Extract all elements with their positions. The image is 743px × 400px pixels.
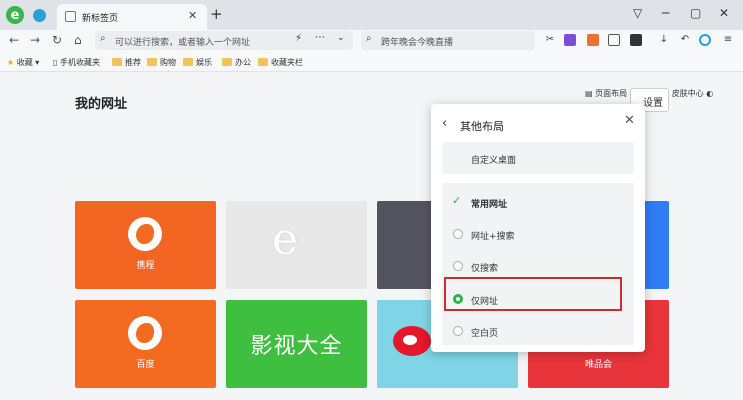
folder-icon <box>222 58 232 66</box>
bookmark-mobile[interactable]: ▯ 手机收藏夹 <box>53 57 100 68</box>
bookmark-recommend[interactable]: 推荐 <box>112 57 141 68</box>
download-icon[interactable]: ↓ <box>658 34 670 46</box>
option-blank-page[interactable]: 空白页 <box>442 318 634 344</box>
popup-title: 其他布局 <box>460 120 504 133</box>
tab-title: 新标签页 <box>82 14 119 24</box>
bookmark-folder-bar[interactable]: 收藏夹栏 <box>258 57 303 68</box>
telegram-icon[interactable] <box>33 9 46 22</box>
home-button[interactable]: ⌂ <box>74 33 82 47</box>
search-icon: ⌕ <box>100 33 106 44</box>
option-label: 空白页 <box>471 329 499 339</box>
search-input[interactable]: ⌕ 跨年晚会今晚直播 <box>361 31 535 50</box>
page-icon <box>65 11 76 22</box>
option-label: 仅搜索 <box>471 264 499 274</box>
folder-icon <box>183 58 193 66</box>
tile-label: 影视大全 <box>250 334 343 359</box>
tile-video[interactable]: 影视大全 <box>226 300 367 388</box>
svg-text:e: e <box>11 8 20 23</box>
tab-bar: e 新标签页 ✕ + ▽ ─ ▢ ✕ <box>0 0 743 30</box>
search-icon: ⌕ <box>366 33 372 44</box>
bookmark-shopping[interactable]: 购物 <box>147 57 176 68</box>
bookmark-office[interactable]: 办公 <box>222 57 251 68</box>
option-label: 网址+搜索 <box>471 232 515 242</box>
layout-options: ✓ 常用网址 网址+搜索 仅搜索 仅网址 空白页 <box>442 183 634 345</box>
forward-button[interactable]: → <box>30 33 40 47</box>
ctrip-logo-icon <box>128 217 162 251</box>
layout-icon: ▤ <box>585 89 593 98</box>
radio-icon <box>453 326 463 336</box>
radio-icon <box>453 229 463 239</box>
folder-icon <box>258 58 268 66</box>
minimize-button[interactable]: ─ <box>662 6 669 20</box>
close-window-button[interactable]: ✕ <box>719 6 729 20</box>
browser-logo-icon[interactable]: e <box>5 5 25 25</box>
tile-label: 唯品会 <box>584 360 612 370</box>
tile-label: 百度 <box>136 360 155 370</box>
extension-orange-icon[interactable] <box>587 34 599 46</box>
option-sites-search[interactable]: 网址+搜索 <box>442 221 634 247</box>
highlight-box <box>444 277 622 311</box>
reload-button[interactable]: ↻ <box>52 33 62 47</box>
scissors-icon[interactable]: ✂ <box>544 34 556 46</box>
maximize-button[interactable]: ▢ <box>690 6 701 20</box>
tile-ie[interactable]: e <box>226 201 367 289</box>
undo-icon[interactable]: ↶ <box>679 34 691 46</box>
new-tab-button[interactable]: + <box>210 5 223 23</box>
tab-new-tab[interactable]: 新标签页 ✕ <box>57 4 207 30</box>
tab-close-icon[interactable]: ✕ <box>188 9 197 22</box>
address-bar-row: ← → ↻ ⌂ ⌕ 可以进行搜索，或者输入一个网址 ⚡ ⋯ ⌄ ⌕ 跨年晚会今晚… <box>0 30 743 52</box>
folder-icon <box>112 58 122 66</box>
bookmark-bar: ★ 收藏 ▾ ▯ 手机收藏夹 推荐 购物 娱乐 办公 收藏夹栏 <box>0 52 743 72</box>
url-placeholder: 可以进行搜索，或者输入一个网址 <box>115 38 251 48</box>
skin-center-button[interactable]: ♖ 皮肤中心 ◐ <box>662 88 713 99</box>
radio-icon <box>453 261 463 271</box>
search-text: 跨年晚会今晚直播 <box>381 38 454 48</box>
url-input[interactable]: ⌕ 可以进行搜索，或者输入一个网址 ⚡ ⋯ ⌄ <box>95 31 353 50</box>
bookmark-entertainment[interactable]: 娱乐 <box>183 57 212 68</box>
pin-icon[interactable]: ▽ <box>633 6 642 20</box>
folder-icon <box>147 58 157 66</box>
more-icon[interactable]: ⋯ <box>315 32 325 43</box>
weibo-logo-icon <box>393 326 431 356</box>
check-icon: ✓ <box>452 194 462 207</box>
chevron-down-icon[interactable]: ⌄ <box>337 33 345 43</box>
back-button[interactable]: ← <box>9 33 19 47</box>
option-search-only[interactable]: 仅搜索 <box>442 253 634 279</box>
tile-ctrip[interactable]: 携程 <box>75 201 216 289</box>
menu-icon[interactable]: ≡ <box>722 34 734 46</box>
option-common-sites[interactable]: ✓ 常用网址 <box>442 189 634 215</box>
bookmark-favorites[interactable]: ★ 收藏 ▾ <box>7 57 39 68</box>
phone-icon: ▯ <box>53 58 58 67</box>
custom-desktop-option[interactable]: 自定义桌面 <box>442 142 634 174</box>
baidu-logo-icon <box>128 316 162 350</box>
back-chevron-icon[interactable]: ‹ <box>442 116 447 131</box>
extension-purple-icon[interactable] <box>564 34 576 46</box>
tile-baidu[interactable]: 百度 <box>75 300 216 388</box>
ie-logo-icon: e <box>272 214 299 265</box>
page-layout-button[interactable]: ▤ 页面布局 ▾ <box>585 88 634 99</box>
bolt-icon[interactable]: ⚡ <box>295 33 302 44</box>
other-layout-popup: ‹ 其他布局 ✕ 自定义桌面 ✓ 常用网址 网址+搜索 仅搜索 仅网址 空白页 <box>431 104 645 352</box>
custom-desktop-label: 自定义桌面 <box>471 156 517 166</box>
window-icon[interactable] <box>608 34 620 46</box>
tile-label: 携程 <box>136 261 155 271</box>
page-title: 我的网址 <box>75 97 128 112</box>
toggle-icon: ◐ <box>706 89 714 98</box>
star-icon: ★ <box>7 58 15 67</box>
square-icon[interactable] <box>630 34 642 46</box>
option-label: 常用网址 <box>471 200 508 210</box>
edge-circle-icon[interactable] <box>699 34 711 46</box>
close-icon[interactable]: ✕ <box>624 113 635 128</box>
